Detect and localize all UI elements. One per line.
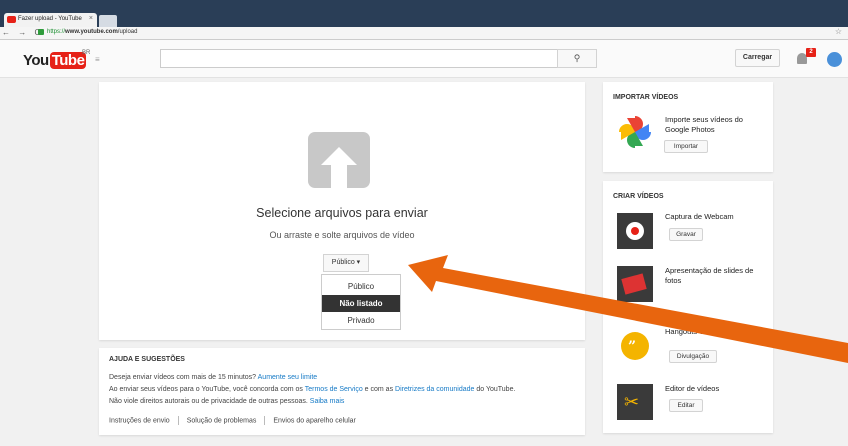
screenshot-frame: Fazer upload - YouTube × ← → C https://w…	[0, 0, 848, 446]
annotation-arrow-icon	[408, 255, 848, 363]
